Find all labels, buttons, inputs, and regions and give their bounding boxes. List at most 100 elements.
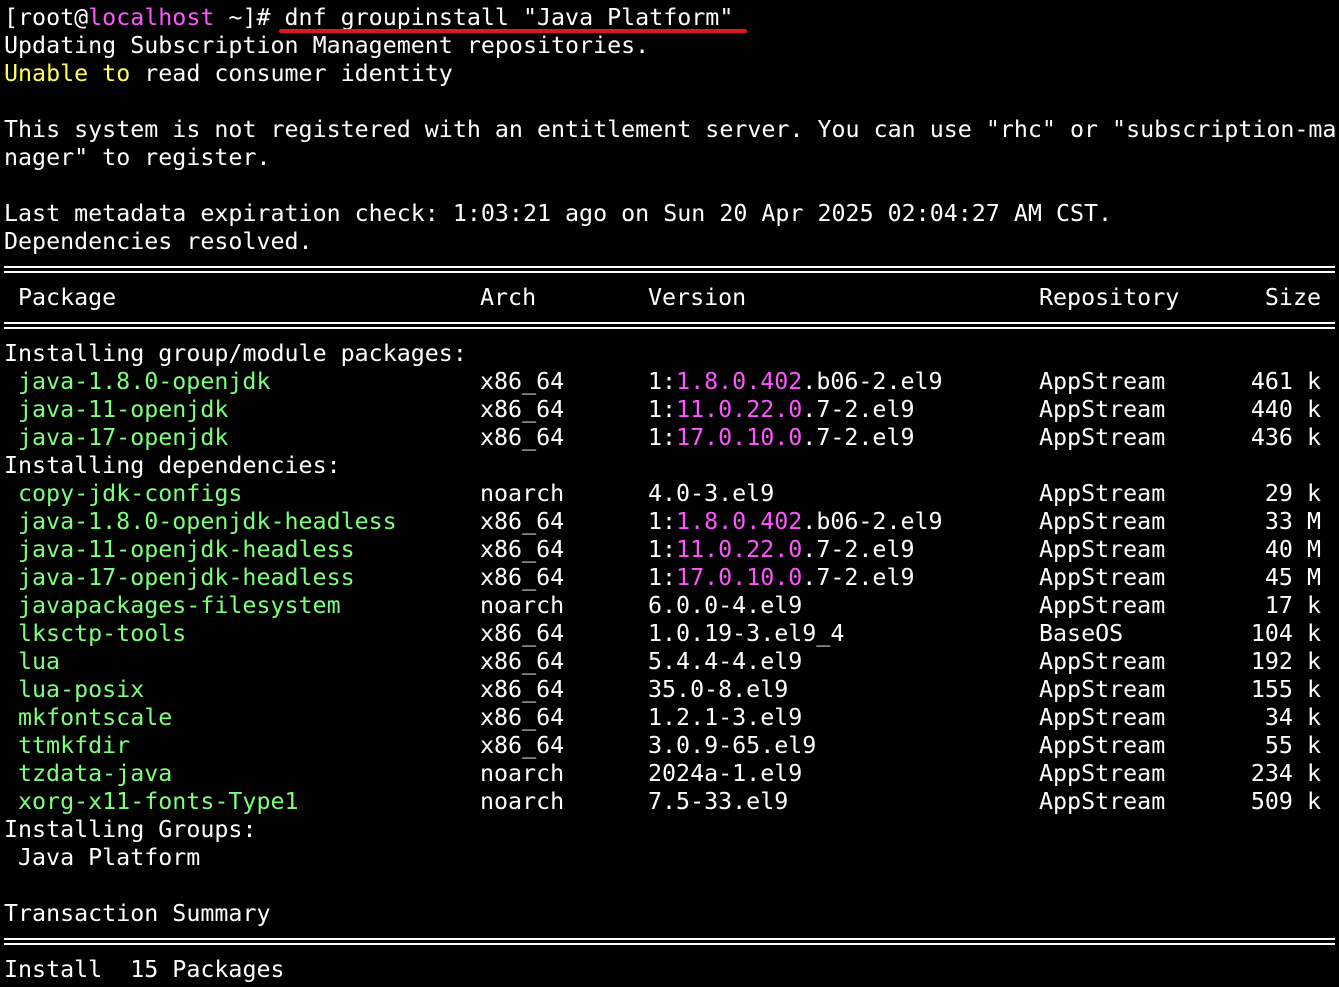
package-size: 104 k — [1250, 620, 1321, 647]
package-row: lksctp-tools x86_64 1.0.19-3.el9_4 BaseOS 10… — [4, 620, 1339, 648]
package-arch: noarch — [480, 760, 565, 787]
package-arch: x86_64 — [480, 704, 565, 731]
package-name: java-1.8.0-openjdk — [18, 368, 271, 395]
package-row: copy-jdk-configs noarch 4.0-3.el9 AppStream… — [4, 480, 1339, 508]
version-highlight: 11.0.22.0 — [676, 396, 803, 423]
section-groups: Installing Groups: — [4, 816, 257, 843]
package-size: 440 k — [1250, 396, 1321, 423]
package-repository: AppStream — [1039, 676, 1166, 703]
package-row: java-11-openjdk x86_64 1:11.0.22.0.7-2.el9… — [4, 396, 1339, 424]
package-repository: AppStream — [1039, 592, 1166, 619]
package-arch: x86_64 — [480, 368, 565, 395]
command-text: dnf groupinstall "Java Platform" — [284, 4, 734, 31]
group-name-text: Java Platform — [18, 844, 201, 871]
package-repository: AppStream — [1039, 564, 1166, 591]
package-name: javapackages-filesystem — [18, 592, 341, 619]
package-size: 40 M — [1264, 536, 1321, 563]
package-arch: x86_64 — [480, 676, 565, 703]
version-suffix: .7-2.el9 — [802, 396, 915, 423]
package-repository: AppStream — [1039, 648, 1166, 675]
package-version: 2024a-1.el9 — [648, 760, 802, 788]
package-row: tzdata-java noarch 2024a-1.el9 AppStream 234… — [4, 760, 1339, 788]
table-divider — [4, 256, 1339, 284]
package-version: 35.0-8.el9 — [648, 676, 788, 704]
package-version: 1:17.0.10.0.7-2.el9 — [648, 564, 915, 592]
package-version: 3.0.9-65.el9 — [648, 732, 816, 760]
package-name: xorg-x11-fonts-Type1 — [18, 788, 299, 815]
package-size: 33 M — [1264, 508, 1321, 535]
package-row: java-17-openjdk x86_64 1:17.0.10.0.7-2.el9… — [4, 424, 1339, 452]
package-name: ttmkfdir — [18, 732, 131, 759]
package-version: 6.0.0-4.el9 — [648, 592, 802, 620]
package-row: java-11-openjdk-headless x86_64 1:11.0.22.… — [4, 536, 1339, 564]
identity-warning: Unable to read consumer identity — [4, 60, 1339, 88]
version-suffix: .7-2.el9 — [802, 564, 915, 591]
package-arch: x86_64 — [480, 424, 565, 451]
package-size: 17 k — [1264, 592, 1321, 619]
package-row: xorg-x11-fonts-Type1 noarch 7.5-33.el9 AppS… — [4, 788, 1339, 816]
version-highlight: 11.0.22.0 — [676, 536, 803, 563]
package-repository: AppStream — [1039, 424, 1166, 451]
package-version: 4.0-3.el9 — [648, 480, 774, 508]
version-prefix: 1: — [648, 536, 677, 563]
package-row: java-1.8.0-openjdk-headless x86_64 1:1.8.0… — [4, 508, 1339, 536]
package-version: 1:1.8.0.402.b06-2.el9 — [648, 368, 943, 396]
version-prefix: 35.0-8.el9 — [648, 676, 789, 703]
version-highlight: 17.0.10.0 — [676, 564, 803, 591]
package-arch: x86_64 — [480, 648, 565, 675]
table-divider — [4, 312, 1339, 340]
summary-divider — [4, 928, 1339, 956]
registration-message-2: nager" to register. — [4, 144, 271, 171]
package-name: java-1.8.0-openjdk-headless — [18, 508, 397, 535]
package-version: 1:11.0.22.0.7-2.el9 — [648, 396, 915, 424]
terminal-window[interactable]: [root@localhost ~]# dnf groupinstall "Ja… — [0, 0, 1339, 987]
version-prefix: 1: — [648, 424, 677, 451]
package-name: mkfontscale — [18, 704, 173, 731]
package-row: lua x86_64 5.4.4-4.el9 AppStream 192 k — [4, 648, 1339, 676]
group-name: Java Platform — [4, 844, 1339, 872]
package-name: lua-posix — [18, 676, 145, 703]
package-arch: noarch — [480, 592, 565, 619]
version-highlight: 17.0.10.0 — [676, 424, 803, 451]
package-repository: AppStream — [1039, 704, 1166, 731]
package-repository: AppStream — [1039, 508, 1166, 535]
package-name: lua — [18, 648, 61, 675]
package-arch: x86_64 — [480, 620, 565, 647]
package-name: lksctp-tools — [18, 620, 187, 647]
version-prefix: 1: — [648, 508, 677, 535]
package-repository: AppStream — [1039, 760, 1166, 787]
package-name: java-11-openjdk — [18, 396, 229, 423]
transaction-summary-title: Transaction Summary — [4, 900, 271, 927]
package-size: 461 k — [1250, 368, 1321, 395]
package-repository: AppStream — [1039, 368, 1166, 395]
package-row: java-1.8.0-openjdk x86_64 1:1.8.0.402.b06-… — [4, 368, 1339, 396]
version-prefix: 2024a-1.el9 — [648, 760, 803, 787]
group-package-list: java-1.8.0-openjdk x86_64 1:1.8.0.402.b06-… — [4, 368, 1339, 452]
package-name: copy-jdk-configs — [18, 480, 243, 507]
package-version: 1.2.1-3.el9 — [648, 704, 802, 732]
package-size: 45 M — [1264, 564, 1321, 591]
package-arch: x86_64 — [480, 508, 565, 535]
package-size: 29 k — [1264, 480, 1321, 507]
package-name: java-17-openjdk — [18, 424, 229, 451]
package-version: 1.0.19-3.el9_4 — [648, 620, 844, 648]
package-version: 5.4.4-4.el9 — [648, 648, 802, 676]
prompt-open: [root@ — [4, 4, 89, 31]
package-arch: x86_64 — [480, 536, 565, 563]
package-arch: noarch — [480, 788, 565, 815]
dependency-package-list: copy-jdk-configs noarch 4.0-3.el9 AppStream… — [4, 480, 1339, 816]
version-highlight: 1.8.0.402 — [676, 368, 803, 395]
package-repository: AppStream — [1039, 732, 1166, 759]
header-package: Package — [18, 284, 117, 311]
package-size: 509 k — [1250, 788, 1321, 815]
header-arch: Arch — [480, 284, 537, 311]
package-size: 192 k — [1250, 648, 1321, 675]
package-arch: x86_64 — [480, 564, 565, 591]
registration-message-1: This system is not registered with an en… — [4, 116, 1337, 143]
package-size: 155 k — [1250, 676, 1321, 703]
package-repository: AppStream — [1039, 396, 1166, 423]
warning-prefix: Unable to — [4, 60, 131, 87]
package-size: 436 k — [1250, 424, 1321, 451]
package-name: tzdata-java — [18, 760, 173, 787]
